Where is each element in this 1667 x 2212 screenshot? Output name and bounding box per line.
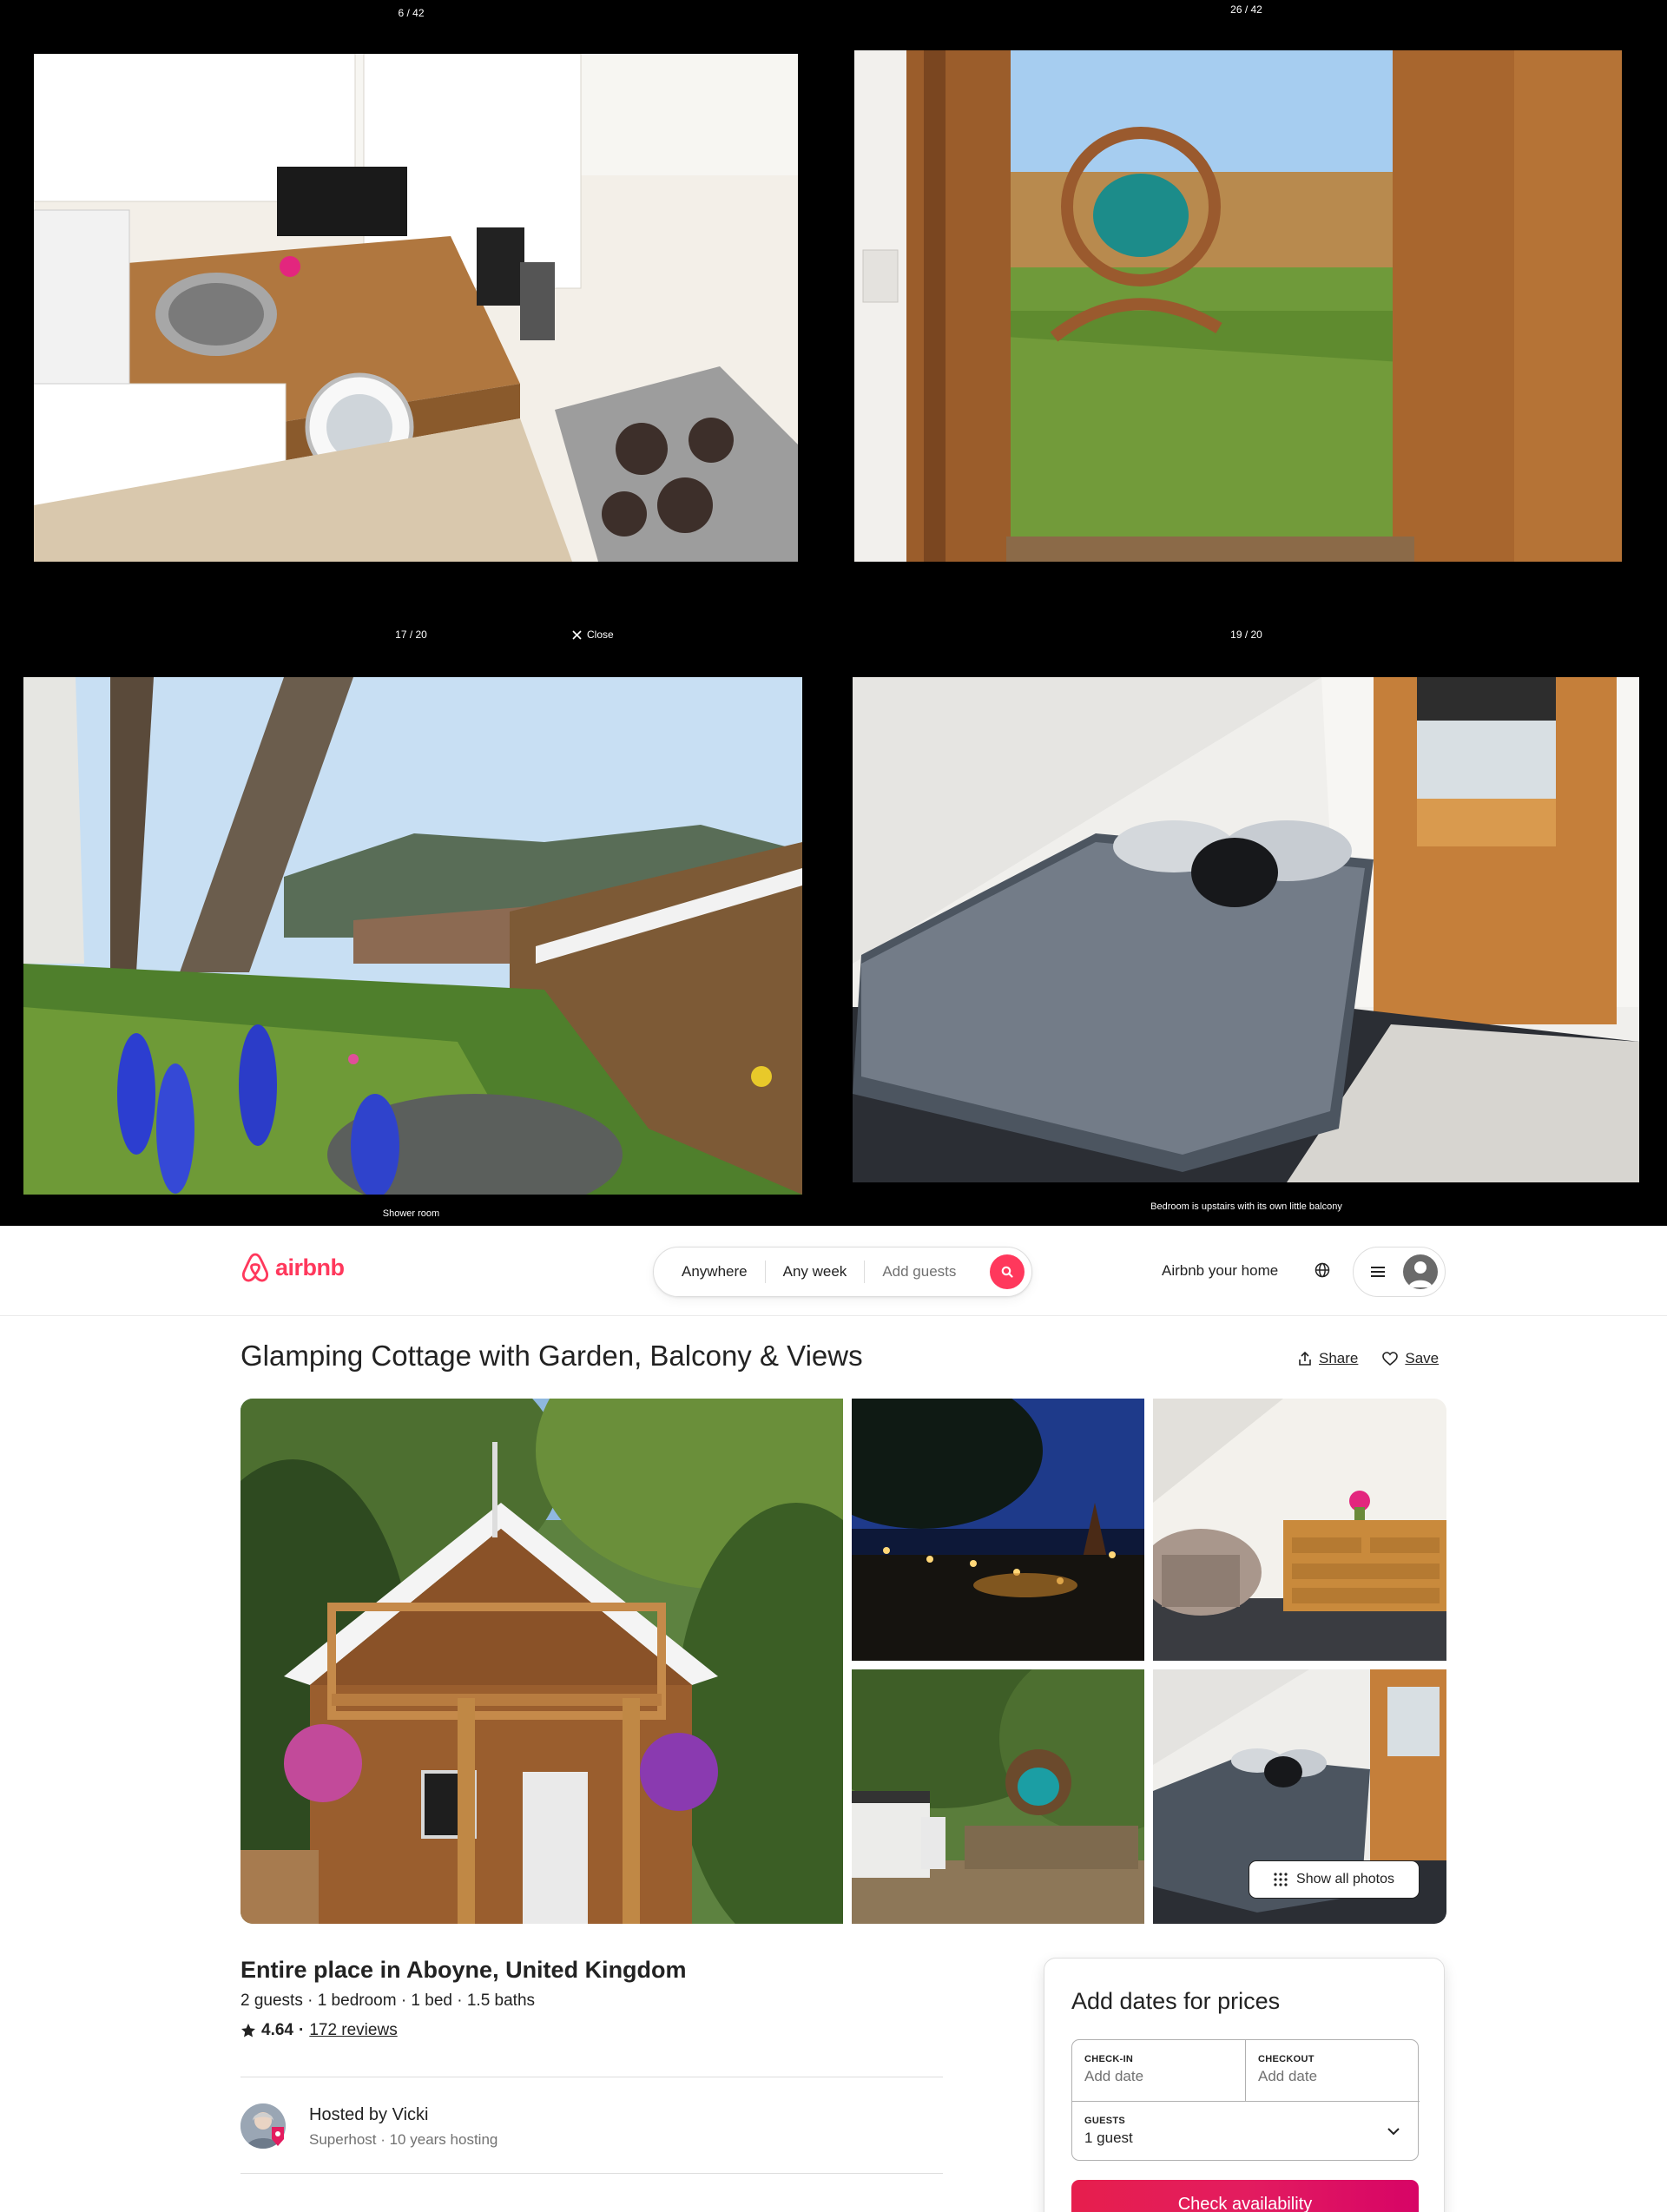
globe-icon xyxy=(1314,1262,1330,1278)
airbnb-logo-icon xyxy=(241,1253,269,1282)
heart-icon xyxy=(1382,1352,1399,1366)
main-cottage-photo[interactable] xyxy=(240,1399,918,1924)
rating-value: 4.64 xyxy=(261,2021,293,2039)
share-button[interactable]: Share xyxy=(1298,1350,1358,1367)
checkout-field[interactable]: CHECKOUT Add date xyxy=(1246,2040,1420,2101)
photo-counter: 26 / 42 xyxy=(1230,3,1262,16)
reviews-link[interactable]: 172 reviews xyxy=(309,2021,397,2040)
hamburger-menu-icon xyxy=(1371,1267,1385,1277)
booking-title: Add dates for prices xyxy=(1071,1988,1281,2014)
place-title: Entire place in Aboyne, United Kingdom xyxy=(240,1957,687,1983)
search-anywhere[interactable]: Anywhere xyxy=(654,1263,765,1280)
guests-select[interactable]: GUESTS 1 guest xyxy=(1072,2101,1420,2162)
search-add-guests[interactable]: Add guests xyxy=(865,1263,973,1280)
place-summary: 2 guests · 1 bedroom · 1 bed · 1.5 baths xyxy=(240,1991,536,2010)
superhost-badge-icon xyxy=(272,2127,284,2146)
chevron-down-icon xyxy=(1387,2128,1400,2136)
share-label: Share xyxy=(1319,1350,1359,1366)
rating-row: 4.64 · 172 reviews xyxy=(240,2021,398,2040)
photo-counter: 17 / 20 xyxy=(395,629,427,641)
photo-lightbox-collage: 6 / 42 26 / 42 17 / 20 Close Shower room… xyxy=(0,0,1667,1226)
lightbox-panel-bedroom: 19 / 20 Bedroom is upstairs with its own… xyxy=(826,615,1667,1226)
armchair-dresser-photo[interactable] xyxy=(1140,1399,1446,1661)
rating-separator: · xyxy=(298,2021,305,2039)
airbnb-your-home-link[interactable]: Airbnb your home xyxy=(1162,1262,1278,1280)
lightbox-panel-outdoor: 17 / 20 Close Shower room xyxy=(0,615,822,1226)
checkin-value: Add date xyxy=(1084,2068,1144,2084)
garden-hot-tub-photo[interactable] xyxy=(800,1635,1208,1924)
user-avatar-icon xyxy=(1403,1254,1438,1289)
listing-photo-grid: Show all photos xyxy=(240,1399,1446,1924)
section-divider xyxy=(240,2173,943,2174)
night-garden-photo[interactable] xyxy=(800,1399,1144,1661)
show-all-photos-button[interactable]: Show all photos xyxy=(1249,1860,1420,1899)
search-any-week[interactable]: Any week xyxy=(766,1263,865,1280)
photo-counter: 6 / 42 xyxy=(398,7,425,19)
photo-counter: 19 / 20 xyxy=(1230,629,1262,641)
booking-card: Add dates for prices CHECK-IN Add date C… xyxy=(1044,1958,1445,2212)
checkout-value: Add date xyxy=(1258,2068,1318,2084)
garden-door-photo[interactable] xyxy=(854,50,1622,562)
photo-caption: Bedroom is upstairs with its own little … xyxy=(1150,1201,1342,1212)
save-label: Save xyxy=(1405,1350,1440,1366)
listing-actions: Share Save xyxy=(1298,1350,1439,1367)
star-icon xyxy=(241,2024,255,2038)
outdoor-flowers-photo[interactable] xyxy=(23,677,802,1195)
site-header: airbnb Anywhere Any week Add guests Airb… xyxy=(0,1226,1667,1316)
listing-title: Glamping Cottage with Garden, Balcony & … xyxy=(240,1340,863,1372)
host-name: Hosted by Vicki xyxy=(309,2105,429,2124)
grid-dots-icon xyxy=(1274,1873,1288,1886)
search-icon xyxy=(1001,1266,1013,1278)
checkin-label: CHECK-IN xyxy=(1084,2054,1134,2064)
lightbox-panel-kitchen: 6 / 42 xyxy=(0,0,822,610)
save-button[interactable]: Save xyxy=(1382,1350,1439,1367)
photo-caption: Shower room xyxy=(382,1208,440,1219)
user-menu-button[interactable] xyxy=(1353,1247,1446,1297)
airbnb-logo[interactable]: airbnb xyxy=(240,1252,345,1283)
language-button[interactable] xyxy=(1311,1259,1334,1281)
bedroom-photo[interactable] xyxy=(853,677,1639,1182)
guests-label: GUESTS xyxy=(1084,2116,1126,2126)
checkin-field[interactable]: CHECK-IN Add date xyxy=(1072,2040,1246,2101)
guests-value: 1 guest xyxy=(1084,2130,1133,2146)
close-button[interactable]: Close xyxy=(572,629,614,641)
search-button[interactable] xyxy=(990,1254,1025,1289)
checkout-label: CHECKOUT xyxy=(1258,2054,1314,2064)
host-meta: Superhost · 10 years hosting xyxy=(309,2131,498,2148)
search-bar[interactable]: Anywhere Any week Add guests xyxy=(653,1247,1032,1297)
logo-wordmark: airbnb xyxy=(275,1254,345,1280)
date-picker: CHECK-IN Add date CHECKOUT Add date GUES… xyxy=(1071,2039,1420,2162)
close-icon xyxy=(572,629,582,640)
share-icon xyxy=(1299,1352,1311,1366)
show-all-photos-label: Show all photos xyxy=(1296,1872,1394,1886)
check-availability-button[interactable]: Check availability xyxy=(1071,2180,1419,2212)
lightbox-panel-garden-door: 26 / 42 xyxy=(826,0,1667,610)
kitchen-photo[interactable] xyxy=(34,54,798,562)
close-label: Close xyxy=(587,629,614,641)
